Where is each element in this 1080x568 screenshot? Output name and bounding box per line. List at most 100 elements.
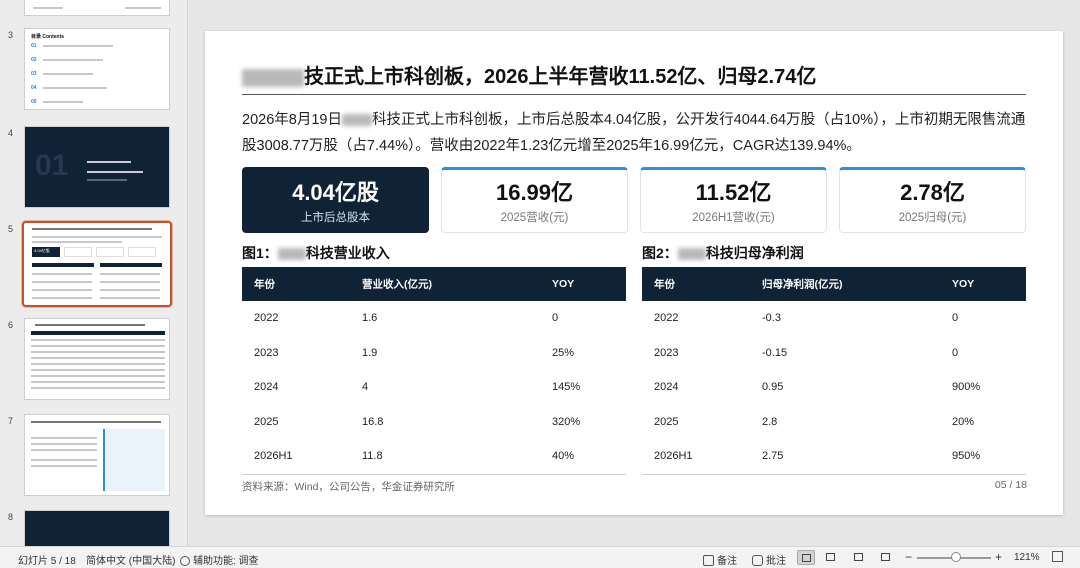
slide-thumbnail-2[interactable] [24,0,170,16]
zoom-out-button[interactable]: − [905,550,912,564]
slide-thumbnail-6[interactable] [24,318,170,400]
table-header-row: 年份 营业收入(亿元) YOY [242,267,626,301]
source-note: 资料来源：Wind，公司公告，华金证券研究所 [242,481,455,493]
table-row[interactable]: 2025 2.8 20% [642,405,1026,440]
kpi-label: 上市后总股本 [301,212,370,224]
slide-number-4: 4 [8,128,14,138]
accessibility-label: 辅助功能: 调查 [193,556,259,567]
normal-view-icon [802,554,811,562]
header-revenue: 营业收入(亿元) [362,278,432,291]
table-header-row: 年份 归母净利润(亿元) YOY [642,267,1026,301]
header-yoy: YOY [552,278,575,290]
cell-year: 2026H1 [254,450,293,463]
table-row[interactable]: 2026H1 11.8 40% [242,439,626,474]
slide-thumbnail-5-selected[interactable]: 4.04亿股 [22,221,172,307]
table-row[interactable]: 2025 16.8 320% [242,405,626,440]
cell-revenue: 1.6 [362,312,378,325]
slide-sorter-icon [826,553,835,561]
summary-paragraph[interactable]: 2026年8月19日 科技正式上市科创板，上市后总股本4.04亿股，公开发行404… [242,107,1032,159]
slide-5[interactable]: 技正式上市科创板，2026上半年营收11.52亿、归母2.74亿 2026年8月… [205,31,1063,515]
cell-revenue: 16.8 [362,415,384,428]
cell-yoy: 0 [952,346,959,359]
cell-revenue: 1.9 [362,346,378,359]
notes-button[interactable]: 备注 [703,552,737,567]
slideshow-icon [881,553,890,561]
header-net-profit: 归母净利润(亿元) [762,278,843,291]
cell-year: 2025 [654,415,679,428]
accessibility-status[interactable]: 辅助功能: 调查 [180,552,259,567]
comments-label: 批注 [766,556,786,567]
fit-window-icon [1052,551,1063,562]
cell-revenue: 4 [362,381,369,394]
slide-sorter-view-button[interactable] [822,550,840,565]
thumbnail-3-title: 目录 Contents [31,34,65,40]
zoom-in-button[interactable]: + [995,550,1002,564]
cell-year: 2022 [654,312,679,325]
redacted-company-name [677,248,706,261]
cell-year: 2024 [254,381,279,394]
cell-net-profit: 0.95 [762,381,784,394]
slide-number-5: 5 [8,224,14,234]
table-row[interactable]: 2024 0.95 900% [642,370,1026,405]
comments-button[interactable]: 批注 [752,552,786,567]
cell-year: 2023 [254,346,279,359]
cell-year: 2024 [654,381,679,394]
table-row[interactable]: 2022 -0.3 0 [642,301,1026,336]
reading-view-button[interactable] [850,550,868,565]
cell-yoy: 145% [552,381,581,394]
kpi-label: 2026H1营收(元) [692,212,775,224]
cell-yoy: 900% [952,381,981,394]
kpi-value: 11.52亿 [695,180,772,205]
slide-editing-canvas[interactable]: 技正式上市科创板，2026上半年营收11.52亿、归母2.74亿 2026年8月… [189,0,1080,546]
table-bottom-rule [642,473,1026,475]
kpi-card-2026h1-revenue[interactable]: 11.52亿 2026H1营收(元) [640,167,827,233]
slide-thumbnail-7[interactable] [24,414,170,496]
kpi-value: 16.99亿 [495,180,574,205]
cell-year: 2022 [254,312,279,325]
table-row[interactable]: 2023 1.9 25% [242,336,626,371]
cell-yoy: 0 [952,312,959,325]
zoom-slider-handle[interactable] [951,552,961,562]
cell-yoy: 25% [552,346,575,359]
summary-date: 2026年8月19日 [242,112,342,128]
cell-net-profit: 2.8 [762,415,778,428]
status-bar: 幻灯片 5 / 18 简体中文 (中国大陆) 辅助功能: 调查 备注 批注 − … [0,546,1080,568]
figure-1-caption: 科技营业收入 [305,245,390,261]
accessibility-icon [180,556,190,566]
kpi-card-total-shares[interactable]: 4.04亿股 上市后总股本 [242,167,429,233]
title-divider [242,94,1026,95]
header-year: 年份 [254,278,275,291]
slide-title[interactable]: 技正式上市科创板，2026上半年营收11.52亿、归母2.74亿 [242,60,816,89]
slideshow-button[interactable] [877,550,895,565]
kpi-card-2025-net-profit[interactable]: 2.78亿 2025归母(元) [839,167,1026,233]
figure-1-title[interactable]: 图1： 科技营业收入 [242,243,390,263]
cell-year: 2025 [254,415,279,428]
zoom-level[interactable]: 121% [1014,552,1040,563]
figure-1-prefix: 图1： [242,245,278,261]
slide-count-status[interactable]: 幻灯片 5 / 18 [18,552,76,567]
redacted-company-name [341,114,372,127]
slide-thumbnail-pane[interactable]: 3 目录 Contents 01 02 03 04 05 4 01 5 4.04… [0,0,188,546]
slide-number-8: 8 [8,512,14,522]
net-profit-table[interactable]: 年份 归母净利润(亿元) YOY 2022 -0.3 0 2023 -0.15 0 20… [642,267,1026,475]
slide-thumbnail-8[interactable] [24,510,170,546]
slide-thumbnail-3[interactable]: 目录 Contents 01 02 03 04 05 [24,28,170,110]
revenue-table[interactable]: 年份 营业收入(亿元) YOY 2022 1.6 0 2023 1.9 25% 2024… [242,267,626,475]
table-row[interactable]: 2022 1.6 0 [242,301,626,336]
slide-thumbnail-4[interactable]: 01 [24,126,170,208]
thumbnail-5-kpi: 4.04亿股 [34,248,50,253]
table-row[interactable]: 2026H1 2.75 950% [642,439,1026,474]
language-status[interactable]: 简体中文 (中国大陆) [86,552,175,567]
kpi-card-2025-revenue[interactable]: 16.99亿 2025营收(元) [441,167,628,233]
table-row[interactable]: 2023 -0.15 0 [642,336,1026,371]
cell-revenue: 11.8 [362,450,383,463]
table-bottom-rule [242,473,626,475]
notes-icon [703,555,714,566]
normal-view-button[interactable] [797,550,815,565]
notes-label: 备注 [717,556,737,567]
cell-year: 2026H1 [654,450,693,463]
fit-to-window-button[interactable] [1052,551,1063,565]
slide-page-number: 05 / 18 [994,479,1027,491]
figure-2-title[interactable]: 图2： 科技归母净利润 [642,243,804,263]
table-row[interactable]: 2024 4 145% [242,370,626,405]
